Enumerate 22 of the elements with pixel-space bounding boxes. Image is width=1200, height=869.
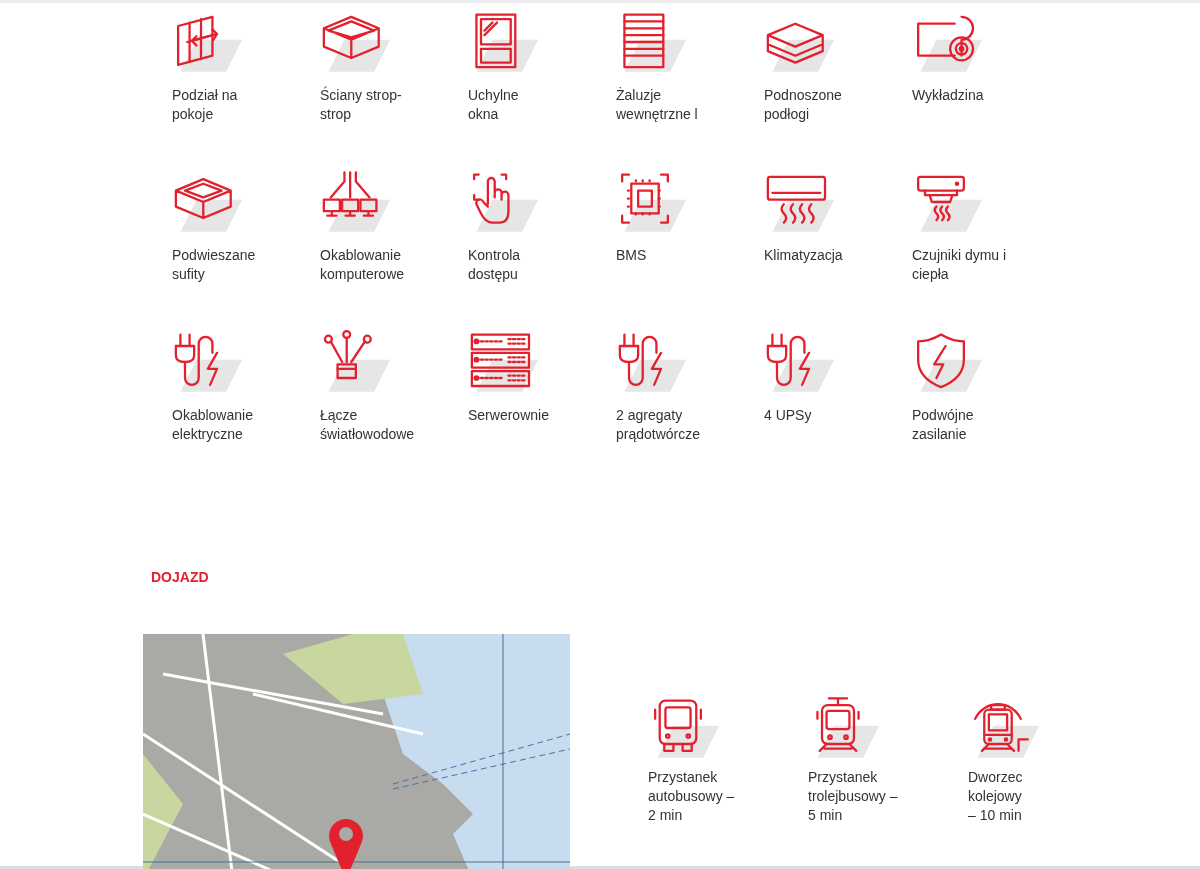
feature-label: Żaluzje wewnętrzne l: [615, 86, 698, 124]
feature-label: Okablowanie komputerowe: [319, 246, 405, 284]
feature-label: Klimatyzacja: [763, 246, 843, 265]
feature-label: 2 agregaty prądotwórcze: [615, 406, 701, 444]
feature-label: Serwerownie: [467, 406, 549, 425]
feature-label: Okablowanie elektryczne: [171, 406, 253, 444]
feature-label: Czujniki dymu i ciepła: [911, 246, 1007, 284]
feature-label: Łącze światłowodowe: [319, 406, 415, 444]
section-title: DOJAZD: [151, 569, 209, 585]
feature-label: Podnoszone podłogi: [763, 86, 842, 124]
feature-label: Podział na pokoje: [171, 86, 238, 124]
feature-label: Uchylne okna: [467, 86, 519, 124]
feature-label: BMS: [615, 246, 647, 265]
feature-label: Ściany strop- strop: [319, 86, 402, 124]
feature-label: Wykładzina: [911, 86, 984, 105]
feature-label: Kontrola dostępu: [467, 246, 521, 284]
feature-label: Podwójne zasilanie: [911, 406, 974, 444]
transport-label: Dworzec kolejowy – 10 min: [967, 768, 1023, 825]
transport-label: Przystanek autobusowy – 2 min: [647, 768, 735, 825]
feature-label: Podwieszane sufity: [171, 246, 256, 284]
feature-label: 4 UPSy: [763, 406, 812, 425]
transport-label: Przystanek trolejbusowy – 5 min: [807, 768, 898, 825]
